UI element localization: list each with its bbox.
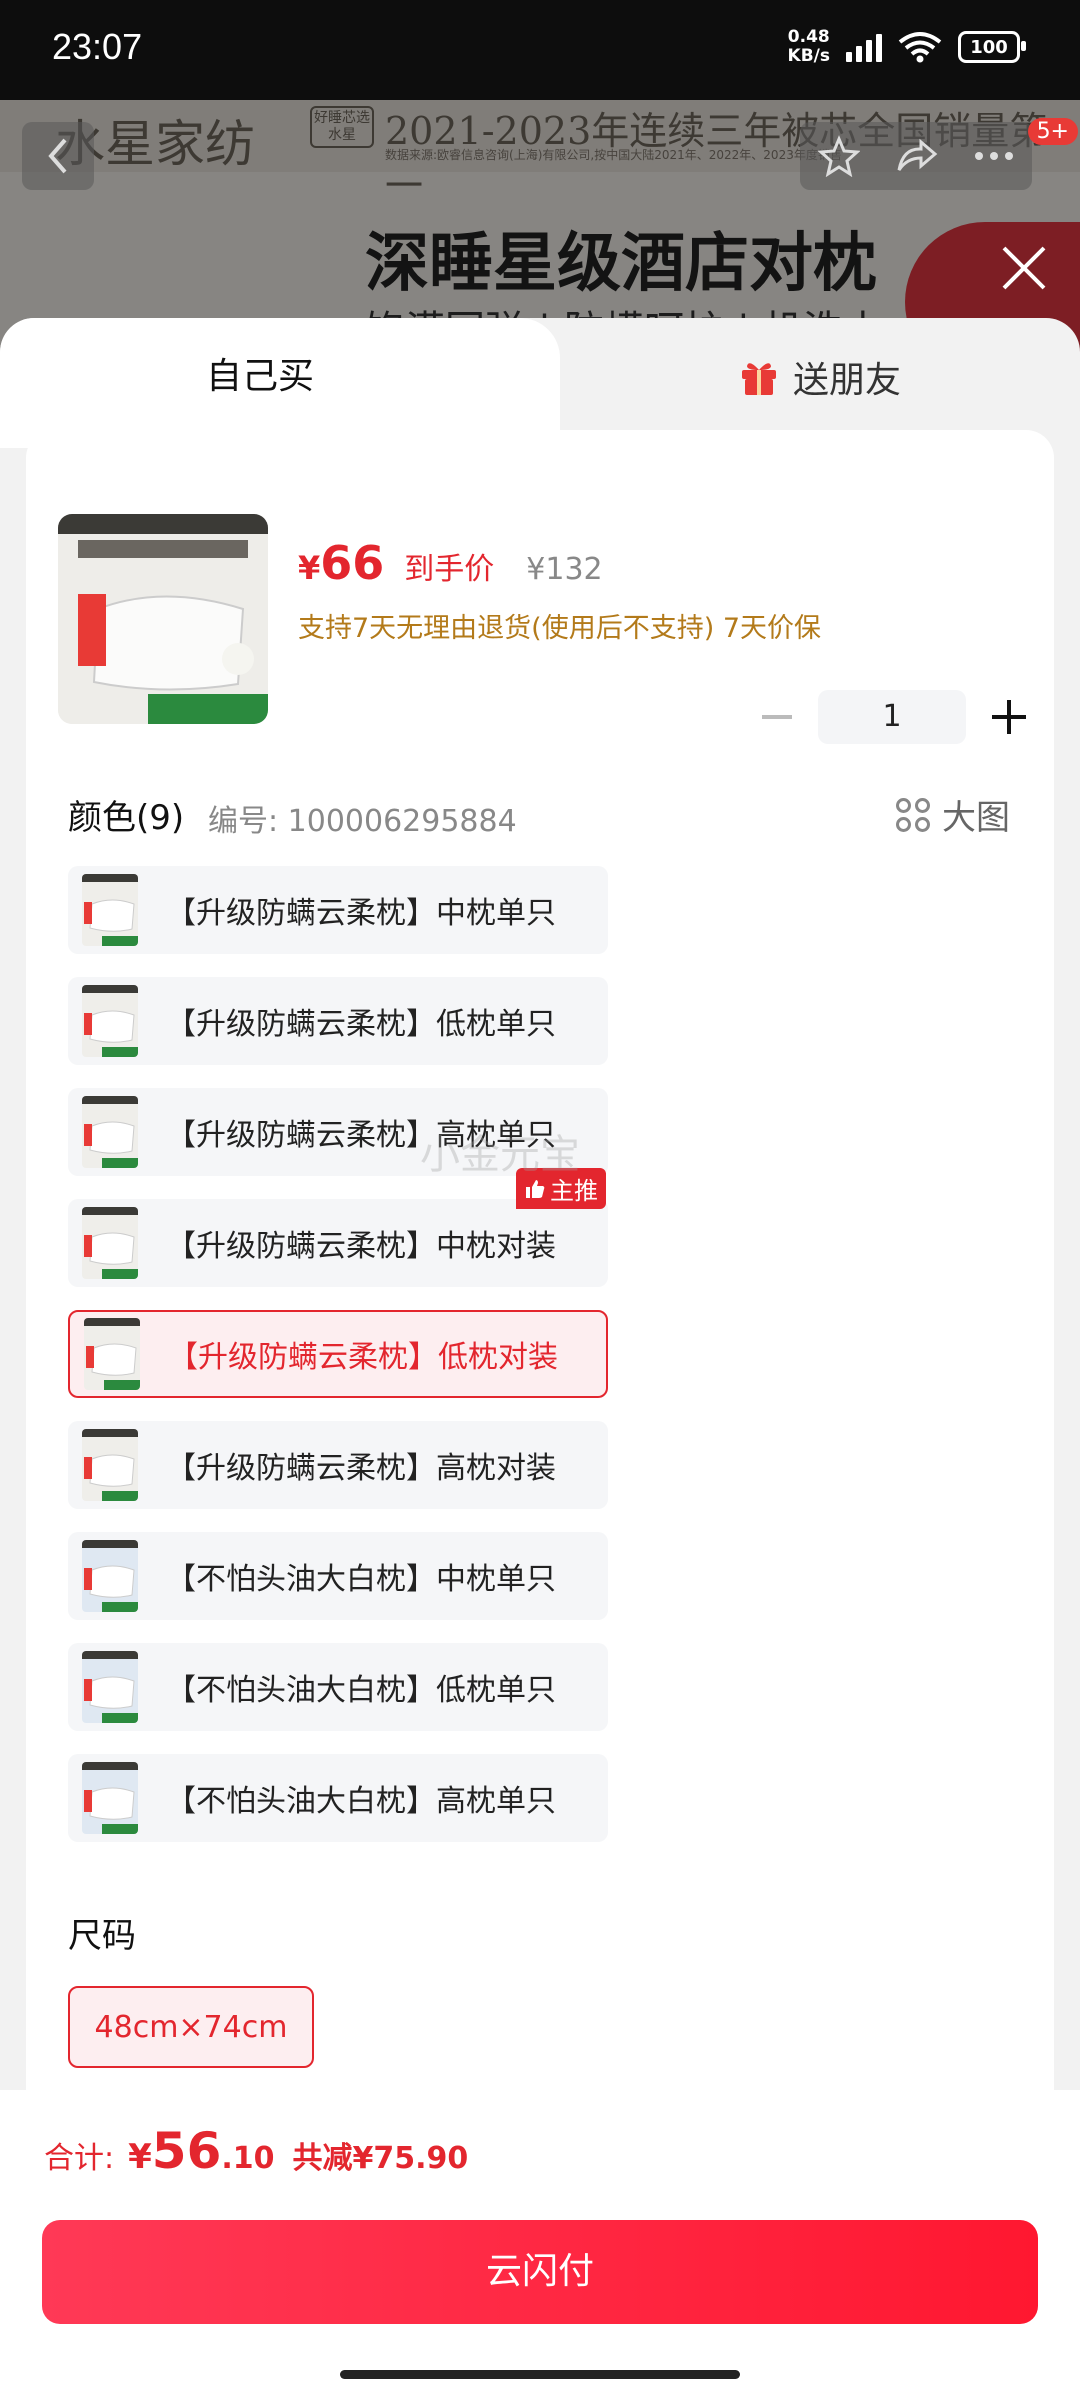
option-thumbnail: [82, 1540, 138, 1612]
color-option-label: 【不怕头油大白枕】中枕单只: [166, 1562, 556, 1597]
pillow-image: [58, 514, 268, 724]
close-icon[interactable]: [996, 240, 1052, 296]
size-option[interactable]: 48cm×74cm: [68, 1986, 314, 2068]
tab-buy-for-self-label: 自己买: [205, 356, 314, 397]
battery-icon: 100: [958, 31, 1026, 63]
color-option-label: 【升级防螨云柔枕】高枕对装: [166, 1451, 556, 1486]
option-thumbnail: [82, 874, 138, 946]
color-option-label: 【升级防螨云柔枕】中枕对装: [166, 1229, 556, 1264]
option-thumbnail: [84, 1318, 140, 1390]
decrease-button[interactable]: [762, 715, 792, 719]
status-time: 23:07: [52, 26, 143, 67]
tab-send-to-friend-label: 送朋友: [792, 360, 901, 401]
color-option-label: 【不怕头油大白枕】低枕单只: [166, 1673, 556, 1708]
color-section-title: 颜色(9): [68, 798, 185, 838]
option-thumbnail: [82, 1651, 138, 1723]
status-bar: 23:07 0.48 KB/s 100: [0, 0, 1080, 100]
color-option-label: 【升级防螨云柔枕】低枕对装: [168, 1340, 558, 1375]
thumbs-up-icon: [526, 1179, 545, 1198]
chevron-left-icon: [48, 138, 67, 174]
color-option-label: 【升级防螨云柔枕】低枕单只: [166, 1007, 556, 1042]
color-option[interactable]: 【升级防螨云柔枕】低枕单只: [68, 977, 608, 1065]
big-picture-label: 大图: [942, 798, 1010, 838]
watermark: 小金元宝: [420, 1132, 580, 1178]
color-option-label: 【升级防螨云柔枕】中枕单只: [166, 896, 556, 931]
color-option[interactable]: 【升级防螨云柔枕】中枕对装: [68, 1199, 608, 1287]
price-row: ¥66 到手价 ¥132: [298, 536, 603, 590]
signal-icon: [846, 32, 882, 62]
share-icon[interactable]: [895, 136, 939, 176]
final-price-tag: 到手价: [404, 552, 495, 587]
checkout-footer: 合计: ¥ 56 .10 共减¥75.90 云闪付: [0, 2090, 1080, 2400]
product-thumbnail[interactable]: [58, 514, 268, 724]
color-option[interactable]: 【不怕头油大白枕】中枕单只: [68, 1532, 608, 1620]
unionpay-quick-pay-button[interactable]: 云闪付: [42, 2220, 1038, 2324]
tab-buy-for-self[interactable]: 自己买: [0, 318, 560, 448]
option-thumbnail: [82, 1429, 138, 1501]
option-thumbnail: [82, 1096, 138, 1168]
quantity-stepper: 1: [762, 690, 1026, 744]
service-guarantee: 支持7天无理由退货(使用后不支持) 7天价保: [298, 613, 822, 644]
status-icons: 0.48 KB/s 100: [787, 27, 1026, 66]
color-option[interactable]: 【不怕头油大白枕】低枕单只: [68, 1643, 608, 1731]
option-thumbnail: [82, 985, 138, 1057]
wifi-icon: [898, 32, 942, 63]
size-section-title: 尺码: [68, 1916, 136, 1956]
star-icon[interactable]: [817, 135, 860, 177]
color-option[interactable]: 【不怕头油大白枕】高枕单只: [68, 1754, 608, 1842]
more-icon[interactable]: [974, 151, 1014, 161]
final-price: ¥66: [298, 536, 385, 590]
back-button[interactable]: [22, 122, 94, 190]
nav-actions: [800, 122, 1032, 190]
product-code: 编号: 100006295884: [208, 804, 517, 839]
home-indicator[interactable]: [340, 2370, 740, 2379]
original-price: ¥132: [526, 552, 603, 587]
grid-icon: [896, 797, 930, 832]
big-picture-button[interactable]: 大图: [896, 790, 1010, 839]
sku-selector-sheet: 自己买 送朋友 ¥66 到手价 ¥132 支持7天无理由退货(使用后不支持) 7…: [0, 318, 1080, 2400]
network-speed: 0.48 KB/s: [787, 27, 830, 66]
gift-icon: [741, 363, 776, 395]
color-option[interactable]: 【升级防螨云柔枕】高枕对装: [68, 1421, 608, 1509]
color-option[interactable]: 【升级防螨云柔枕】中枕单只: [68, 866, 608, 954]
option-thumbnail: [82, 1762, 138, 1834]
message-count-badge: 5+: [1027, 118, 1078, 145]
tab-send-to-friend[interactable]: 送朋友: [560, 318, 1080, 436]
increase-button[interactable]: [992, 700, 1026, 734]
color-option[interactable]: 【升级防螨云柔枕】低枕对装: [68, 1310, 608, 1398]
quantity-input[interactable]: 1: [818, 690, 966, 744]
total-price: 合计: ¥ 56 .10 共减¥75.90: [44, 2122, 469, 2180]
option-thumbnail: [82, 1207, 138, 1279]
color-option-label: 【不怕头油大白枕】高枕单只: [166, 1784, 556, 1819]
total-discount: 共减¥75.90: [292, 2141, 469, 2176]
